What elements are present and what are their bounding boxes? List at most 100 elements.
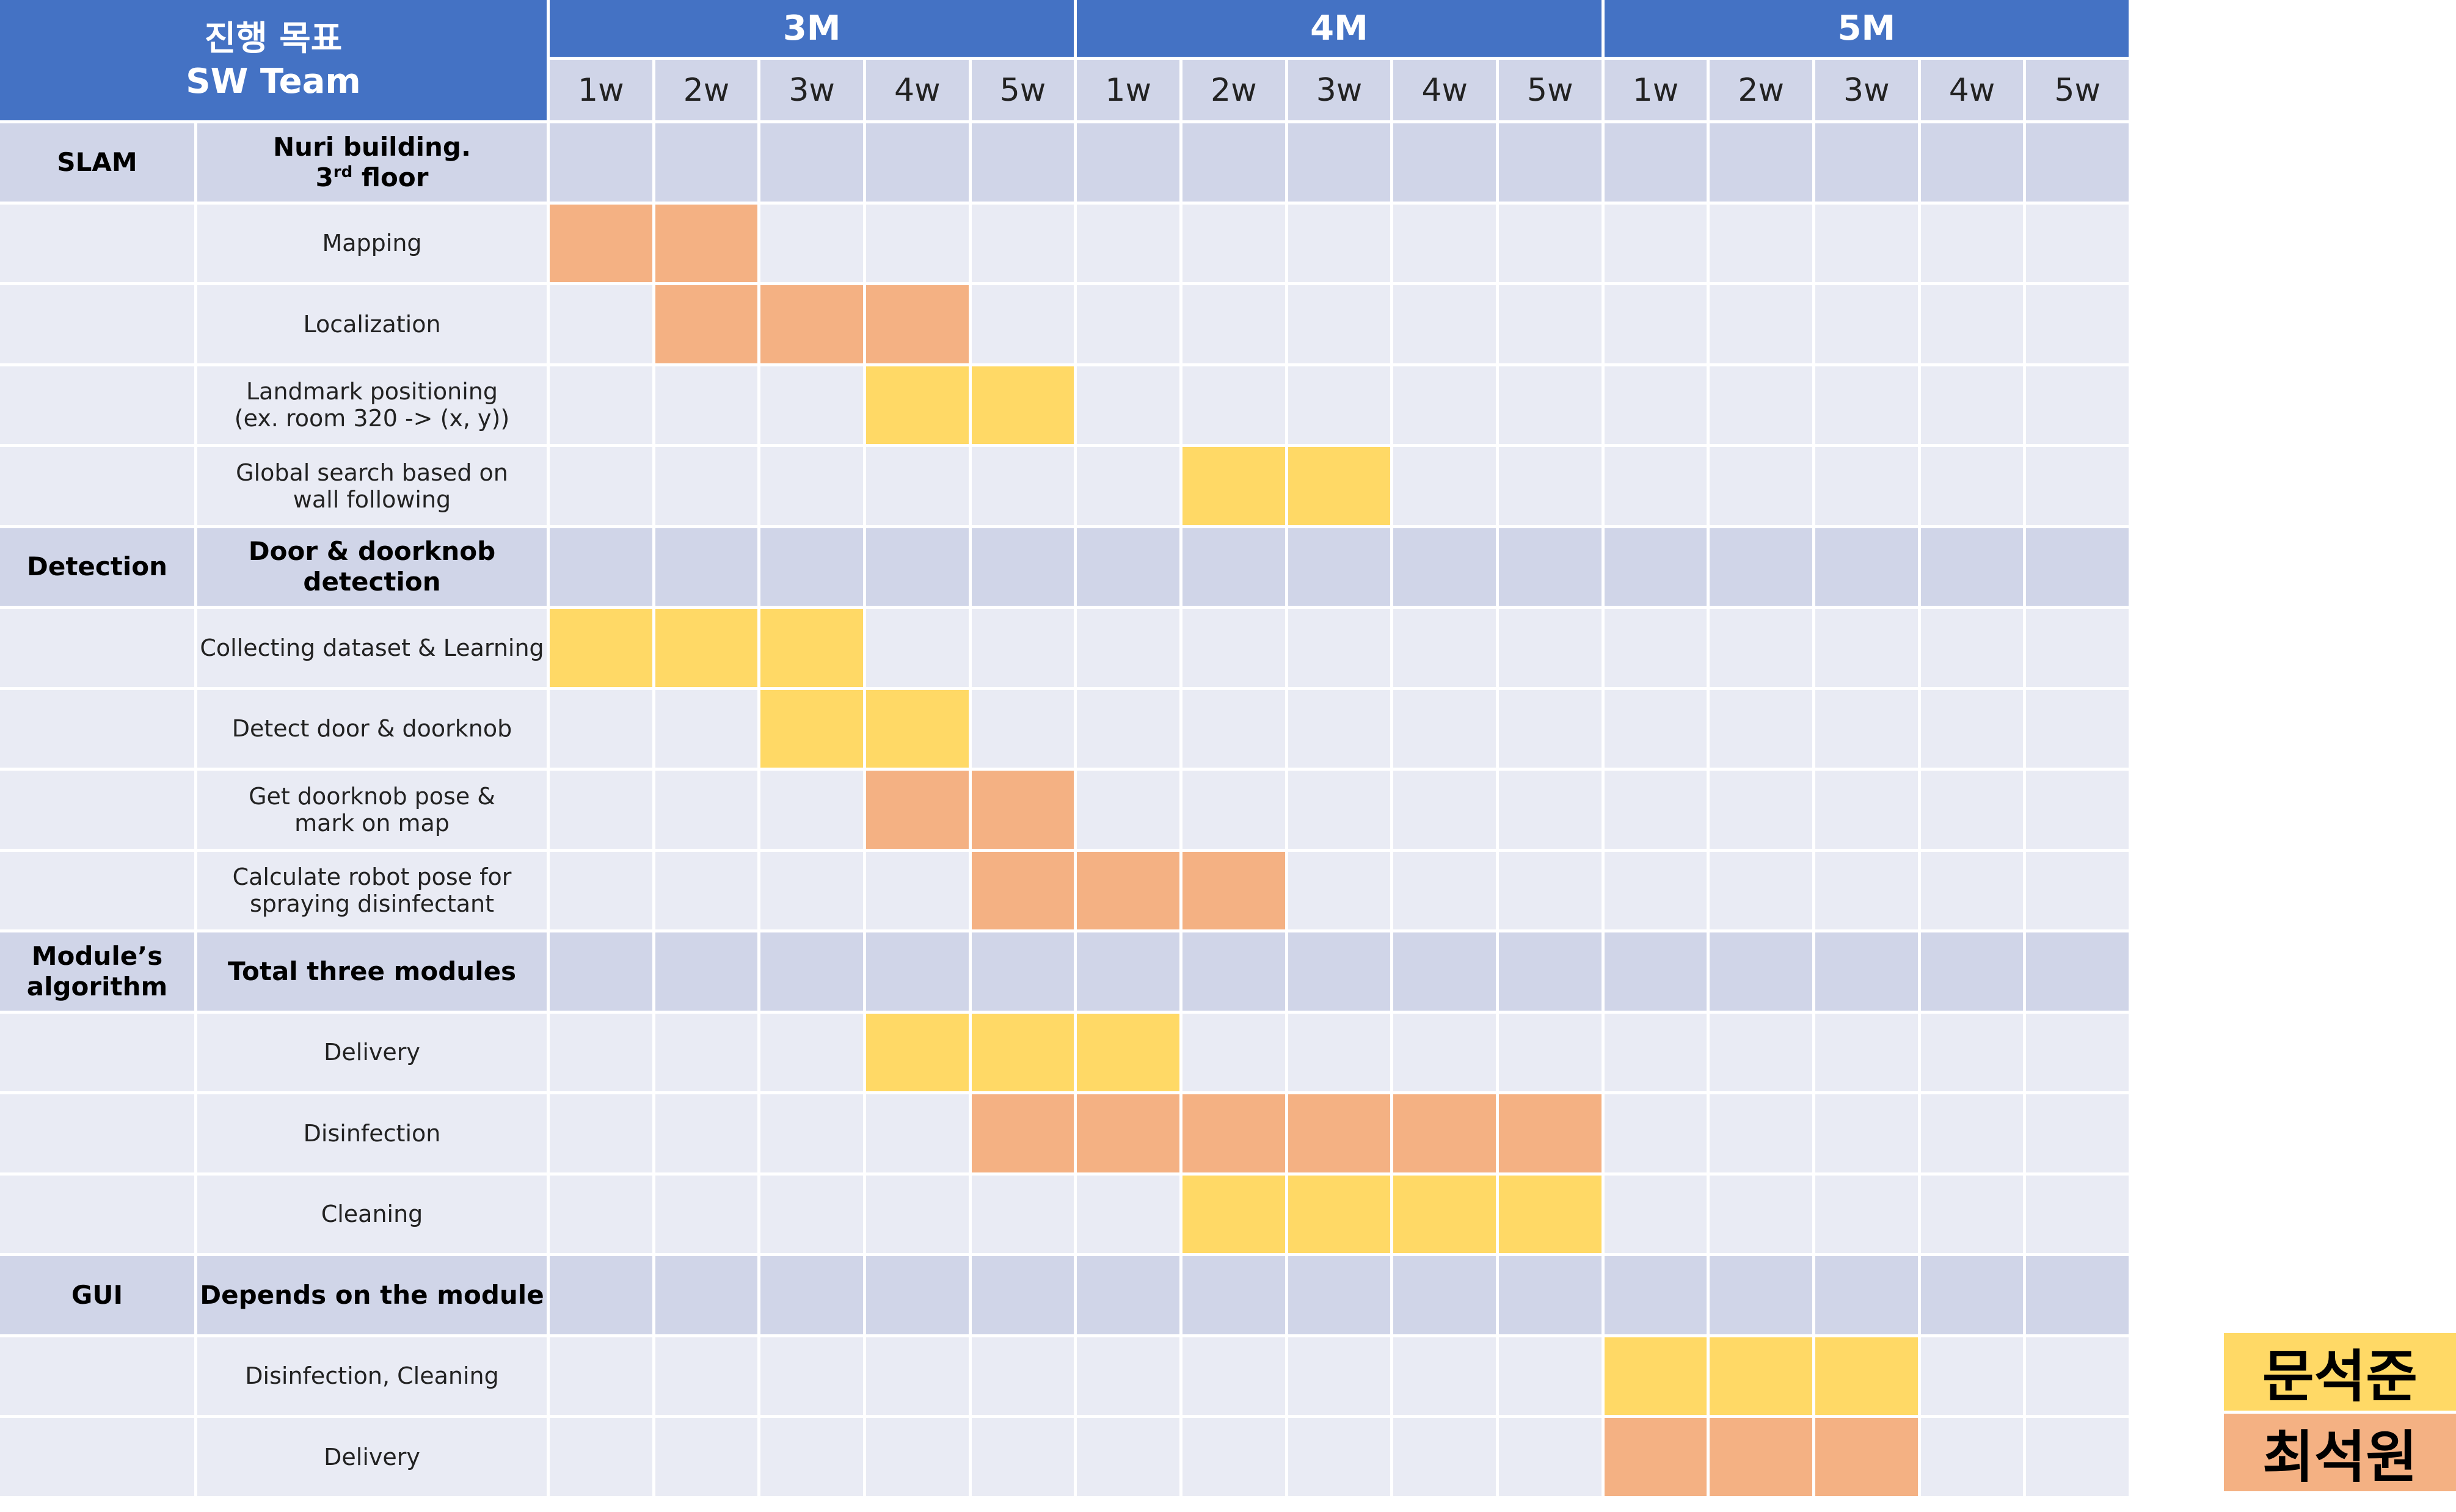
gantt-bar-cell	[1815, 1418, 1918, 1496]
grid-cell	[866, 609, 969, 687]
gantt-bar-cell	[866, 771, 969, 849]
grid-cell	[1920, 609, 2024, 687]
grid-cell	[760, 528, 863, 606]
grid-cell	[1604, 204, 1707, 282]
grid-cell	[1077, 1256, 1179, 1334]
grid-cell	[866, 1094, 969, 1172]
grid-cell	[971, 1175, 1074, 1253]
grid-cell	[1815, 1013, 1918, 1091]
week-header: 2w	[1710, 60, 1813, 120]
row-category	[0, 366, 194, 444]
grid-cell	[1077, 123, 1179, 202]
gantt-bar-cell	[1288, 447, 1391, 525]
row-category	[0, 204, 194, 282]
grid-cell	[760, 932, 863, 1011]
grid-cell	[550, 932, 652, 1011]
grid-cell	[866, 447, 969, 525]
grid-cell	[1077, 771, 1179, 849]
grid-cell	[655, 1013, 758, 1091]
grid-cell	[2026, 609, 2129, 687]
row-category	[0, 689, 194, 768]
grid-cell	[1815, 689, 1918, 768]
week-header: 3w	[1815, 60, 1918, 120]
grid-cell	[866, 1175, 969, 1253]
grid-cell	[550, 771, 652, 849]
grid-cell	[1499, 528, 1602, 606]
grid-cell	[1393, 204, 1496, 282]
grid-cell	[1077, 204, 1179, 282]
grid-cell	[1815, 1094, 1918, 1172]
grid-cell	[971, 204, 1074, 282]
gantt-bar-cell	[971, 771, 1074, 849]
grid-cell	[2026, 123, 2129, 202]
gantt-bar-cell	[1604, 1337, 1707, 1415]
grid-cell	[866, 1418, 969, 1496]
grid-cell	[1499, 609, 1602, 687]
grid-cell	[655, 771, 758, 849]
grid-cell	[1288, 1337, 1391, 1415]
gantt-bar-cell	[1710, 1418, 1813, 1496]
gantt-bar-cell	[760, 689, 863, 768]
grid-cell	[2026, 366, 2129, 444]
grid-cell	[655, 1337, 758, 1415]
grid-cell	[1815, 123, 1918, 202]
row-category	[0, 771, 194, 849]
grid-cell	[1920, 1094, 2024, 1172]
grid-cell	[1077, 932, 1179, 1011]
grid-cell	[1499, 689, 1602, 768]
grid-cell	[1815, 1256, 1918, 1334]
row-task: Disinfection	[197, 1094, 547, 1172]
grid-cell	[971, 1337, 1074, 1415]
grid-cell	[1710, 528, 1813, 606]
grid-cell	[1182, 366, 1285, 444]
team-title-line2: SW Team	[186, 61, 361, 101]
grid-cell	[1815, 285, 1918, 363]
grid-cell	[1288, 932, 1391, 1011]
grid-cell	[655, 447, 758, 525]
grid-cell	[1182, 528, 1285, 606]
team-title-line1: 진행 목표	[204, 18, 343, 59]
grid-cell	[1393, 528, 1496, 606]
row-category	[0, 609, 194, 687]
grid-cell	[760, 1256, 863, 1334]
grid-cell	[1288, 204, 1391, 282]
row-category: Module’s algorithm	[0, 932, 194, 1011]
week-header: 5w	[1499, 60, 1602, 120]
grid-cell	[1077, 609, 1179, 687]
grid-cell	[1499, 771, 1602, 849]
grid-cell	[655, 932, 758, 1011]
grid-cell	[1604, 123, 1707, 202]
row-category	[0, 447, 194, 525]
month-header: 3M	[550, 0, 1074, 57]
grid-cell	[1288, 1013, 1391, 1091]
grid-cell	[971, 1256, 1074, 1334]
grid-cell	[550, 1013, 652, 1091]
grid-cell	[550, 851, 652, 929]
grid-cell	[1604, 1256, 1707, 1334]
grid-cell	[1815, 528, 1918, 606]
grid-cell	[1288, 1418, 1391, 1496]
grid-cell	[1499, 285, 1602, 363]
grid-cell	[1393, 851, 1496, 929]
grid-cell	[971, 609, 1074, 687]
grid-cell	[1499, 366, 1602, 444]
grid-cell	[1182, 932, 1285, 1011]
grid-cell	[1815, 771, 1918, 849]
grid-cell	[2026, 528, 2129, 606]
row-task: Delivery	[197, 1418, 547, 1496]
team-title: 진행 목표 SW Team	[0, 0, 547, 120]
grid-cell	[760, 1175, 863, 1253]
grid-cell	[1288, 851, 1391, 929]
week-header: 1w	[550, 60, 652, 120]
row-task: Calculate robot pose for spraying disinf…	[197, 851, 547, 929]
grid-cell	[1920, 123, 2024, 202]
row-task: Localization	[197, 285, 547, 363]
grid-cell	[1710, 932, 1813, 1011]
grid-cell	[1920, 851, 2024, 929]
legend-item: 최석원	[2224, 1414, 2456, 1491]
grid-cell	[971, 285, 1074, 363]
grid-cell	[1288, 689, 1391, 768]
grid-cell	[760, 771, 863, 849]
grid-cell	[760, 447, 863, 525]
grid-cell	[1920, 771, 2024, 849]
